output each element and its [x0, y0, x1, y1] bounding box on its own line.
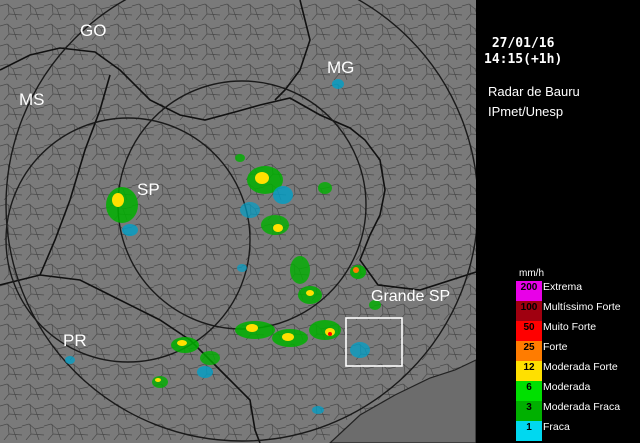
date-text: 27/01/16	[491, 36, 555, 51]
legend-swatch: 50	[516, 321, 542, 341]
legend-row: 6 Moderada	[516, 381, 640, 401]
legend-row: 200 Extrema	[516, 281, 640, 301]
legend-label: Forte	[543, 341, 568, 353]
state-label-go: GO	[80, 21, 107, 40]
legend-label: Moderada Fraca	[543, 401, 621, 413]
legend-swatch: 100	[516, 301, 542, 321]
legend-label: Moderada Forte	[543, 361, 618, 373]
legend-label: Moderada	[543, 381, 591, 393]
legend-label: Muito Forte	[543, 321, 597, 333]
legend-row: 100 Multíssimo Forte	[516, 301, 640, 321]
radar-screen: GO MG MS SP PR Grande SP 27/01/16 14:15(…	[0, 0, 640, 443]
legend-row: 12 Moderada Forte	[516, 361, 640, 381]
legend-row: 50 Muito Forte	[516, 321, 640, 341]
timestamp: 27/01/16 14:15(+1h)	[484, 36, 562, 68]
legend-swatch: 1	[516, 421, 542, 441]
radar-info: Radar de Bauru IPmet/Unesp	[488, 82, 580, 122]
time-text: 14:15(+1h)	[484, 52, 563, 67]
radar-name-text: Radar de Bauru	[488, 84, 580, 99]
state-label-ms: MS	[19, 90, 45, 109]
legend-row: 25 Forte	[516, 341, 640, 361]
legend-unit: mm/h	[519, 268, 544, 279]
legend-swatch: 12	[516, 361, 542, 381]
legend-row: 3 Moderada Fraca	[516, 401, 640, 421]
legend-row: 1 Fraca	[516, 421, 640, 441]
legend-swatch: 200	[516, 281, 542, 301]
state-label-sp: SP	[137, 180, 160, 199]
region-label-grande-sp: Grande SP	[371, 288, 451, 305]
legend-label: Fraca	[543, 421, 570, 433]
state-label-mg: MG	[327, 58, 355, 77]
legend-label: Multíssimo Forte	[543, 301, 621, 313]
legend-rows: 200 Extrema 100 Multíssimo Forte 50 Muito For…	[516, 281, 640, 441]
rain-rate-legend: mm/h 200 Extrema 100 Multíssimo Forte 50 Muit…	[516, 267, 640, 441]
legend-swatch: 3	[516, 401, 542, 421]
radar-org-text: IPmet/Unesp	[488, 104, 564, 119]
legend-label: Extrema	[543, 281, 583, 293]
state-label-pr: PR	[63, 331, 87, 350]
legend-swatch: 25	[516, 341, 542, 361]
legend-swatch: 6	[516, 381, 542, 401]
